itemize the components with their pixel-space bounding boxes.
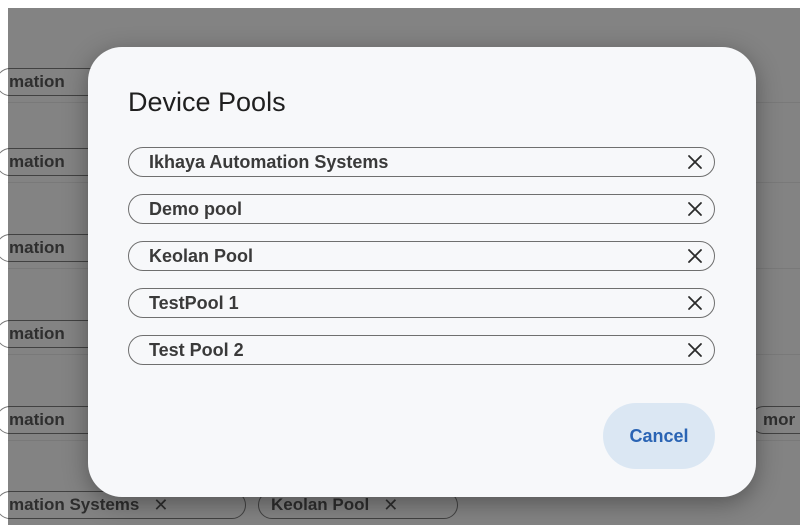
pool-chip-label: Demo pool [149,198,242,219]
pool-chip-label: Test Pool 2 [149,339,244,360]
page: mation mation mation mation mation mor m… [0,0,800,525]
pool-chip: Ikhaya Automation Systems [128,147,715,177]
device-pools-dialog: Device Pools Ikhaya Automation Systems D… [88,47,756,497]
pool-chip: Demo pool [128,194,715,224]
dialog-title: Device Pools [128,87,286,117]
close-icon[interactable] [682,290,708,316]
cancel-button[interactable]: Cancel [603,403,715,469]
pool-chip-label: Keolan Pool [149,245,254,266]
pool-chip-label: Ikhaya Automation Systems [149,151,389,172]
pool-chip: Test Pool 2 [128,335,715,365]
close-icon[interactable] [682,243,708,269]
pool-chip: TestPool 1 [128,288,715,318]
close-icon[interactable] [682,337,708,363]
pool-chip: Keolan Pool [128,241,715,271]
close-icon[interactable] [682,196,708,222]
pool-list: Ikhaya Automation Systems Demo pool Keol… [128,147,715,382]
close-icon[interactable] [682,149,708,175]
pool-chip-label: TestPool 1 [149,292,239,313]
